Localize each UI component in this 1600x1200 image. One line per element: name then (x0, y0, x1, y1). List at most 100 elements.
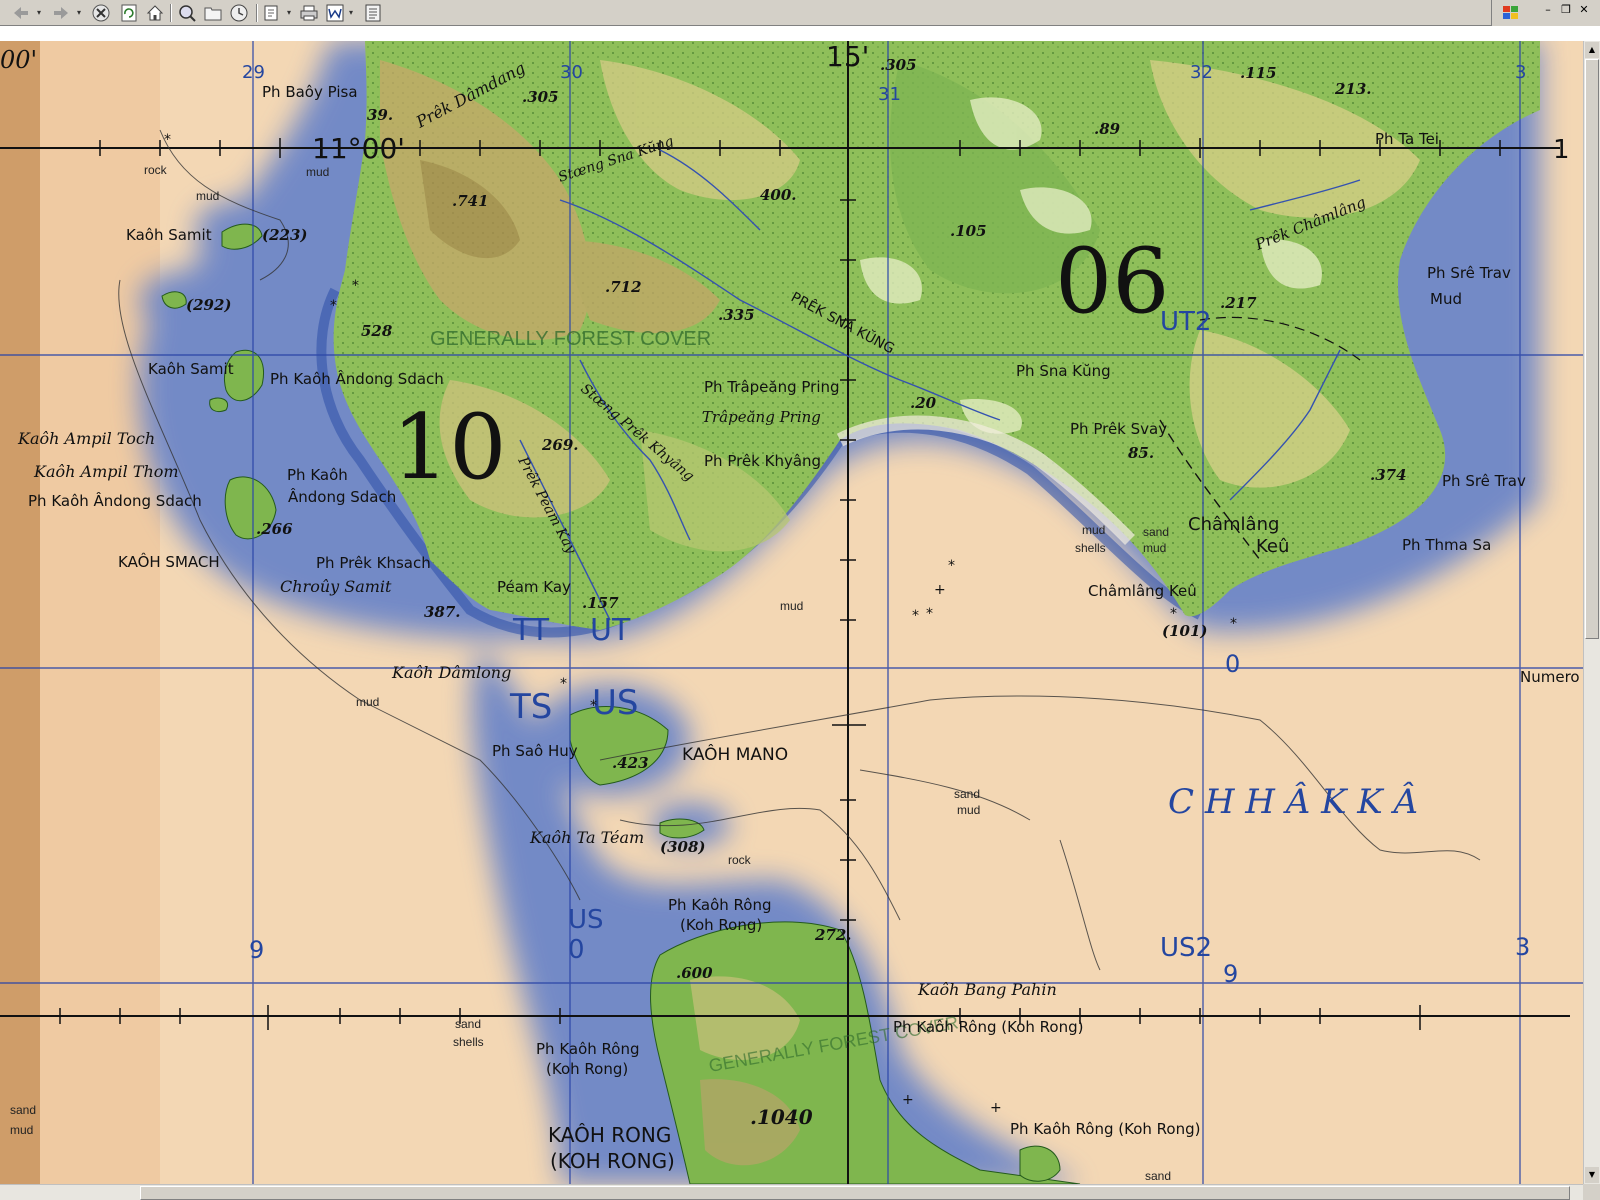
scrollbar-corner (1583, 1184, 1600, 1200)
place-kaoh-samit-2: Kaôh Samit (148, 360, 234, 378)
height-741: .741 (452, 192, 489, 210)
svg-text:*: * (948, 558, 955, 574)
windows-logo-icon (1502, 4, 1520, 22)
top-label-15: 15' (826, 41, 869, 73)
height-269: 269. (541, 436, 579, 454)
height-266: .266 (256, 520, 293, 538)
height-400: 400. (760, 186, 797, 204)
place-andong-sdach-2b: Ândong Sdach (288, 487, 396, 506)
back-icon[interactable] (10, 3, 32, 23)
svg-text:*: * (590, 698, 597, 714)
top-label-0: 00' (0, 46, 37, 74)
place-kaoh-mano: KAÔH MANO (682, 743, 788, 765)
gulf-label: C H H Â K K Â (1168, 781, 1418, 822)
place-ph-prek-khyang: Ph Prêk Khyâng (704, 452, 821, 470)
vertical-scroll-thumb[interactable] (1585, 59, 1599, 639)
note-mud-2: mud (306, 165, 329, 179)
height-305b: .305 (880, 56, 917, 74)
height-528: 528 (361, 322, 393, 340)
word-icon[interactable] (324, 3, 346, 23)
place-ph-sre-trav-2: Ph Srê Trav (1442, 472, 1526, 490)
edit-icon[interactable] (262, 3, 284, 23)
grid-number-10: 10 (392, 395, 507, 500)
back-dropdown-icon[interactable]: ▾ (34, 3, 44, 23)
numero-label: Numero (1520, 668, 1580, 686)
close-icon[interactable]: ✕ (1576, 2, 1592, 18)
height-85: 85. (1128, 444, 1154, 462)
grid-nine-left: 9 (249, 936, 264, 964)
place-ph-prek-khsach: Ph Prêk Khsach (316, 554, 431, 572)
place-ph-thma-sa: Ph Thma Sa (1402, 536, 1491, 554)
note-mud-5: mud (1143, 541, 1166, 555)
svg-text:+: + (934, 582, 946, 598)
forward-icon[interactable] (50, 3, 72, 23)
latitude-right-label: 1 (1553, 135, 1570, 165)
scroll-up-icon[interactable]: ▲ (1585, 42, 1599, 58)
svg-text:*: * (912, 608, 919, 624)
place-ph-kaoh-andong-sdach: Ph Kaôh Ândong Sdach (28, 491, 202, 510)
restore-icon[interactable]: ❐ (1558, 2, 1574, 18)
place-kaoh-rong-big-b: (KOH RONG) (550, 1149, 675, 1173)
height-223: (223) (262, 226, 308, 244)
top-label-31: 31 (878, 84, 901, 105)
note-sand-5: sand (1145, 1169, 1171, 1183)
note-sand-1: sand (1143, 525, 1169, 539)
map-viewport: 00' 29 30 15' 31 32 3 11°00' 1 06 10 UT2… (0, 41, 1583, 1184)
forward-dropdown-icon[interactable]: ▾ (74, 3, 84, 23)
height-105: .105 (950, 222, 987, 240)
height-387: 387. (424, 603, 461, 621)
grid-number-06: 06 (1055, 229, 1170, 334)
home-icon[interactable] (144, 3, 166, 23)
svg-text:*: * (1230, 616, 1237, 632)
latitude-label: 11°00' (312, 132, 405, 165)
folder-icon[interactable] (202, 3, 224, 23)
place-peam-kay: Péam Kay (497, 578, 571, 596)
place-ph-kaoh-rong-left-a: Ph Kaôh Rông (536, 1040, 640, 1058)
edit-dropdown-icon[interactable]: ▾ (284, 3, 294, 23)
place-ph-kaoh-rong-bottom: Ph Kaôh Rông (Koh Rong) (1010, 1120, 1200, 1138)
zone-us: US (592, 683, 638, 723)
place-ph-kaoh-andong: Ph Kaôh Ândong Sdach (270, 369, 444, 388)
note-sand-3: sand (455, 1017, 481, 1031)
place-ph-kaoh-rong-left-b: (Koh Rong) (546, 1060, 628, 1078)
height-39: 39. (367, 106, 393, 124)
place-ph-kaoh-rong-a: Ph Kaôh Rông (668, 896, 772, 914)
note-shells-2: shells (453, 1035, 484, 1049)
place-keu-b: Keû (1256, 536, 1289, 557)
place-ph-sre-trav: Ph Srê Trav (1427, 264, 1511, 282)
place-kaoh-ta-team: Kaôh Ta Téam (529, 828, 644, 847)
note-mud-7: mud (957, 803, 980, 817)
place-ph-kaoh-2a: Ph Kaôh (287, 466, 348, 484)
refresh-icon[interactable] (118, 3, 140, 23)
height-308: (308) (660, 838, 706, 856)
height-101: (101) (1162, 622, 1208, 640)
svg-text:*: * (926, 606, 933, 622)
minimize-icon[interactable]: – (1540, 2, 1556, 18)
scroll-down-icon[interactable]: ▼ (1585, 1167, 1599, 1183)
place-chrouy-samit: Chroûy Samit (280, 577, 392, 596)
search-icon[interactable] (176, 3, 198, 23)
place-kaoh-rong-big-a: KAÔH RONG (548, 1123, 671, 1147)
print-icon[interactable] (298, 3, 320, 23)
page-icon[interactable] (362, 3, 384, 23)
zone-ut2: UT2 (1160, 307, 1211, 337)
place-ph-baoy-pisa: Ph Baôy Pisa (262, 83, 358, 101)
height-89: .89 (1094, 120, 1121, 138)
zone-us2: US2 (1160, 933, 1212, 963)
top-label-29: 29 (242, 62, 265, 83)
stop-icon[interactable] (90, 3, 112, 23)
history-icon[interactable] (228, 3, 250, 23)
vertical-scrollbar[interactable]: ▲ ▼ (1583, 41, 1600, 1184)
note-mud-4: mud (1082, 523, 1105, 537)
zone-ut: UT (590, 613, 631, 648)
horizontal-scrollbar[interactable] (0, 1184, 1583, 1200)
height-217: .217 (1220, 294, 1257, 312)
place-ph-ta-tei: Ph Ta Tei (1375, 130, 1439, 148)
height-115: .115 (1240, 64, 1277, 82)
top-label-30: 30 (560, 62, 583, 83)
grid-zero-right: 0 (1225, 650, 1240, 678)
place-kaoh-bang-pahin: Kaôh Bang Pahin (917, 980, 1057, 999)
word-dropdown-icon[interactable]: ▾ (346, 3, 356, 23)
place-chamlang-keu: Châmlâng Keû (1088, 582, 1197, 600)
horizontal-scroll-thumb[interactable] (140, 1186, 1570, 1200)
